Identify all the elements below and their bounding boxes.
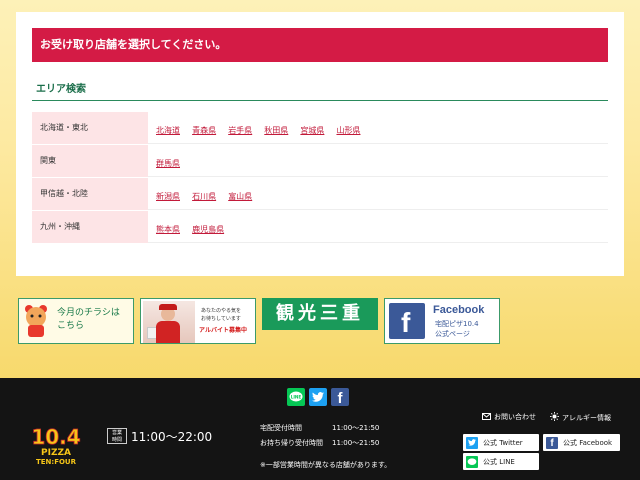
select-store-alert: お受け取り店舗を選択してください。 — [32, 28, 608, 62]
footer: LINE f 10.4 PIZZA TEN:FOUR 営業 時間 11:00～2… — [0, 378, 640, 480]
svg-text:TEN:FOUR: TEN:FOUR — [36, 458, 77, 466]
flyer-banner[interactable]: 今月のチラシは こちら — [18, 298, 134, 344]
region-label: 九州・沖縄 — [32, 211, 148, 243]
pref-link-kumamoto[interactable]: 熊本県 — [156, 225, 180, 234]
kanko-mie-banner[interactable]: 観光三重 — [262, 298, 378, 330]
region-label: 北海道・東北 — [32, 112, 148, 144]
area-row-kyushu-okinawa: 九州・沖縄 熊本県 鹿児島県 — [32, 211, 608, 244]
area-row-hokkaido-tohoku: 北海道・東北 北海道 青森県 岩手県 秋田県 宮城県 山形県 — [32, 112, 608, 145]
sun-icon — [550, 412, 559, 423]
area-table: 北海道・東北 北海道 青森県 岩手県 秋田県 宮城県 山形県 関東 群馬県 甲信… — [32, 112, 608, 244]
facebook-icon[interactable]: f — [331, 388, 349, 407]
pref-link-gunma[interactable]: 群馬県 — [156, 159, 180, 168]
pref-link-hokkaido[interactable]: 北海道 — [156, 126, 180, 135]
pref-link-toyama[interactable]: 富山県 — [228, 192, 252, 201]
recruit-banner-text: あなたのやる気を お待ちしています — [201, 308, 242, 322]
pref-link-akita[interactable]: 秋田県 — [264, 126, 288, 135]
svg-text:LINE: LINE — [291, 394, 302, 399]
prefecture-list: 新潟県 石川県 富山県 — [148, 178, 608, 210]
delivery-hours: 宅配受付時間 11:00～21:50 — [260, 424, 380, 432]
area-search-divider — [32, 100, 608, 101]
facebook-icon: f — [546, 436, 558, 449]
facebook-banner-title: Facebook — [433, 304, 485, 316]
twitter-icon — [466, 436, 478, 449]
pref-link-miyagi[interactable]: 宮城県 — [300, 126, 324, 135]
kanko-mie-text: 観光三重 — [276, 303, 364, 324]
pref-link-ishikawa[interactable]: 石川県 — [192, 192, 216, 201]
recruit-banner[interactable]: あなたのやる気を お待ちしています アルバイト募集中 — [140, 298, 256, 344]
region-label: 関東 — [32, 145, 148, 177]
recruit-banner-headline: アルバイト募集中 — [199, 327, 247, 334]
region-label: 甲信越・北陸 — [32, 178, 148, 210]
business-hours-badge: 営業 時間 — [107, 428, 127, 444]
pref-link-kagoshima[interactable]: 鹿児島県 — [192, 225, 224, 234]
allergy-link[interactable]: アレルギー情報 — [550, 412, 611, 423]
area-row-kanto: 関東 群馬県 — [32, 145, 608, 178]
area-search-title: エリア検索 — [36, 84, 86, 95]
pref-link-niigata[interactable]: 新潟県 — [156, 192, 180, 201]
svg-text:PIZZA: PIZZA — [41, 448, 71, 458]
staff-photo — [143, 301, 195, 343]
prefecture-list: 熊本県 鹿児島県 — [148, 211, 608, 243]
social-icons: LINE f — [287, 388, 349, 407]
mail-icon — [482, 412, 491, 422]
flyer-banner-text: 今月のチラシは こちら — [57, 308, 120, 331]
facebook-banner-text: 宅配ピザ10.4 公式ページ — [435, 320, 479, 338]
mascot-icon — [25, 305, 47, 337]
pref-link-aomori[interactable]: 青森県 — [192, 126, 216, 135]
official-line-button[interactable]: 公式 LINE — [463, 453, 539, 470]
pref-link-yamagata[interactable]: 山形県 — [336, 126, 360, 135]
takeout-hours: お持ち帰り受付時間 11:00～21:50 — [260, 439, 380, 447]
line-icon — [466, 455, 478, 468]
pref-link-iwate[interactable]: 岩手県 — [228, 126, 252, 135]
official-twitter-button[interactable]: 公式 Twitter — [463, 434, 539, 451]
area-row-koshinetsu-hokuriku: 甲信越・北陸 新潟県 石川県 富山県 — [32, 178, 608, 211]
prefecture-list: 北海道 青森県 岩手県 秋田県 宮城県 山形県 — [148, 112, 608, 144]
pizza-tenfour-logo: 10.4 PIZZA TEN:FOUR — [31, 425, 81, 466]
prefecture-list: 群馬県 — [148, 145, 608, 177]
official-facebook-button[interactable]: f 公式 Facebook — [543, 434, 620, 451]
svg-text:10.4: 10.4 — [31, 425, 80, 449]
facebook-icon: f — [389, 303, 425, 339]
twitter-icon[interactable] — [309, 388, 327, 406]
line-icon[interactable]: LINE — [287, 388, 305, 406]
facebook-banner[interactable]: f Facebook 宅配ピザ10.4 公式ページ — [384, 298, 500, 344]
hours-note: ※一部営業時間が異なる店舗があります。 — [260, 461, 392, 469]
business-hours: 11:00～22:00 — [131, 430, 213, 444]
contact-link[interactable]: お問い合わせ — [482, 412, 536, 422]
